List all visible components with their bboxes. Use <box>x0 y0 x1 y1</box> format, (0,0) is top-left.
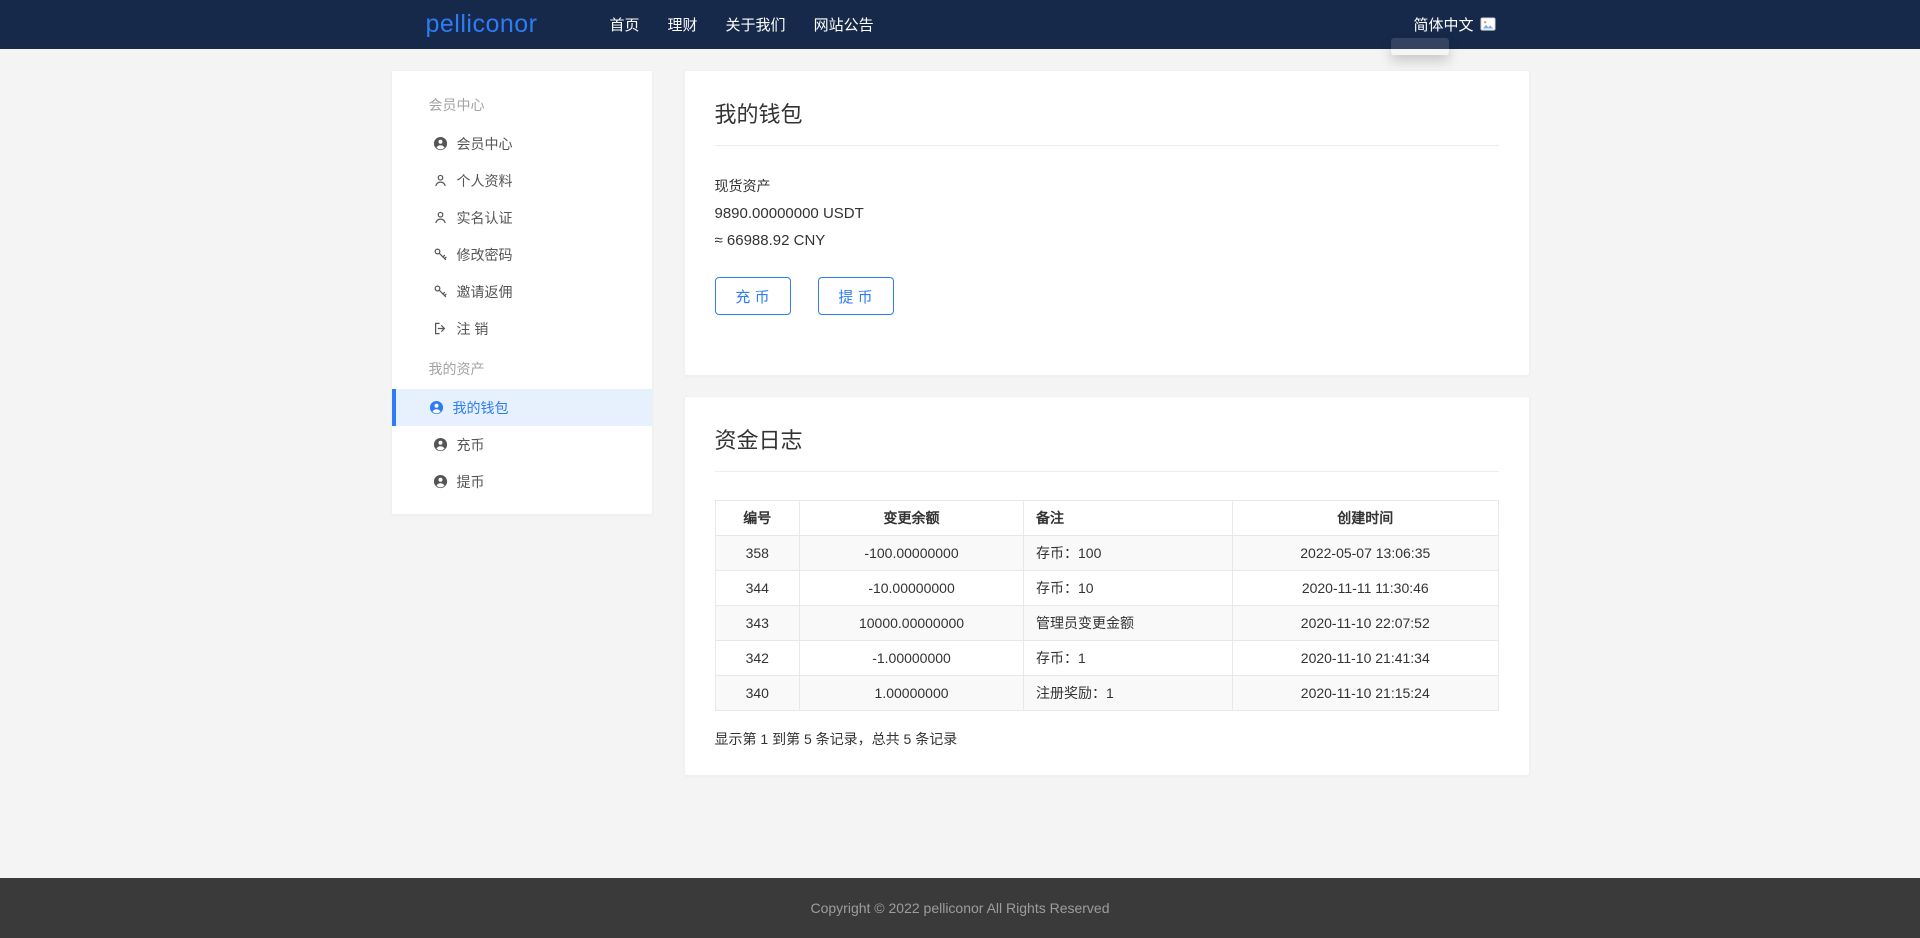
wallet-card-title: 我的钱包 <box>715 95 1499 145</box>
top-navbar: pelliconor 首页 理财 关于我们 网站公告 简体中文 <box>0 0 1920 49</box>
sidebar-item-kyc[interactable]: 实名认证 <box>392 199 652 236</box>
fund-log-table: 编号 变更余额 备注 创建时间 358 -100.00000000 存币：100… <box>715 500 1499 711</box>
sidebar-section-header-member: 会员中心 <box>392 83 652 125</box>
wallet-fiat-estimate: ≈ 66988.92 CNY <box>715 227 1499 254</box>
sidebar-item-label: 修改密码 <box>457 245 513 265</box>
spot-asset-label: 现货资产 <box>715 173 1499 200</box>
user-icon <box>433 210 448 225</box>
cell-amount: -10.00000000 <box>800 571 1024 606</box>
sidebar-item-logout[interactable]: 注 销 <box>392 310 652 347</box>
sidebar-item-referral[interactable]: 邀请返佣 <box>392 273 652 310</box>
column-header-time: 创建时间 <box>1233 501 1498 536</box>
cell-remark: 注册奖励：1 <box>1024 676 1233 711</box>
cell-id: 343 <box>715 606 800 641</box>
user-circle-icon <box>433 437 448 452</box>
language-flag-image-icon <box>1480 17 1496 32</box>
language-label: 简体中文 <box>1413 14 1473 35</box>
sidebar-item-deposit[interactable]: 充币 <box>392 426 652 463</box>
cell-id: 358 <box>715 536 800 571</box>
sidebar-item-label: 个人资料 <box>457 171 513 191</box>
sidebar-item-profile[interactable]: 个人资料 <box>392 162 652 199</box>
table-row: 343 10000.00000000 管理员变更金额 2020-11-10 22… <box>715 606 1498 641</box>
key-icon <box>433 247 448 262</box>
language-dropdown-stub <box>1391 38 1449 55</box>
divider <box>715 471 1499 472</box>
sidebar-section-header-assets: 我的资产 <box>392 347 652 389</box>
cell-amount: -1.00000000 <box>800 641 1024 676</box>
sidebar-item-label: 提币 <box>457 472 485 492</box>
sidebar-item-label: 会员中心 <box>457 134 513 154</box>
sidebar-item-label: 实名认证 <box>457 208 513 228</box>
cell-time: 2020-11-11 11:30:46 <box>1233 571 1498 606</box>
account-sidebar: 会员中心 会员中心 个人资料 实名认证 <box>391 70 653 515</box>
withdraw-button[interactable]: 提 币 <box>818 277 894 315</box>
deposit-button[interactable]: 充 币 <box>715 277 791 315</box>
fund-log-card: 资金日志 编号 变更余额 备注 创建时间 358 <box>684 396 1530 776</box>
sidebar-item-label: 我的钱包 <box>453 398 509 418</box>
sidebar-item-change-password[interactable]: 修改密码 <box>392 236 652 273</box>
cell-remark: 管理员变更金额 <box>1024 606 1233 641</box>
cell-amount: -100.00000000 <box>800 536 1024 571</box>
column-header-amount: 变更余额 <box>800 501 1024 536</box>
cell-id: 340 <box>715 676 800 711</box>
nav-link-finance[interactable]: 理财 <box>668 17 698 34</box>
wallet-balance: 9890.00000000 USDT <box>715 200 1499 227</box>
sidebar-item-label: 注 销 <box>457 319 489 339</box>
table-row: 342 -1.00000000 存币：1 2020-11-10 21:41:34 <box>715 641 1498 676</box>
cell-remark: 存币：100 <box>1024 536 1233 571</box>
key-icon <box>433 284 448 299</box>
column-header-id: 编号 <box>715 501 800 536</box>
sidebar-item-label: 充币 <box>457 435 485 455</box>
copyright-text: Copyright © 2022 pelliconor All Rights R… <box>810 900 1109 916</box>
user-circle-icon <box>433 474 448 489</box>
main-column: 我的钱包 现货资产 9890.00000000 USDT ≈ 66988.92 … <box>684 70 1530 776</box>
table-row: 344 -10.00000000 存币：10 2020-11-11 11:30:… <box>715 571 1498 606</box>
brand-logo[interactable]: pelliconor <box>426 10 538 39</box>
main-nav: 首页 理财 关于我们 网站公告 <box>610 14 874 35</box>
sidebar-item-withdraw[interactable]: 提币 <box>392 463 652 500</box>
table-row: 340 1.00000000 注册奖励：1 2020-11-10 21:15:2… <box>715 676 1498 711</box>
user-icon <box>433 173 448 188</box>
fund-log-title: 资金日志 <box>715 421 1499 471</box>
cell-time: 2020-11-10 21:41:34 <box>1233 641 1498 676</box>
cell-amount: 10000.00000000 <box>800 606 1024 641</box>
page-footer: Copyright © 2022 pelliconor All Rights R… <box>0 878 1920 938</box>
cell-amount: 1.00000000 <box>800 676 1024 711</box>
column-header-remark: 备注 <box>1024 501 1233 536</box>
user-circle-icon <box>433 136 448 151</box>
table-header-row: 编号 变更余额 备注 创建时间 <box>715 501 1498 536</box>
cell-id: 342 <box>715 641 800 676</box>
wallet-card: 我的钱包 现货资产 9890.00000000 USDT ≈ 66988.92 … <box>684 70 1530 376</box>
logout-icon <box>433 321 448 336</box>
nav-link-announcements[interactable]: 网站公告 <box>814 17 874 34</box>
cell-time: 2022-05-07 13:06:35 <box>1233 536 1498 571</box>
pagination-summary: 显示第 1 到第 5 条记录，总共 5 条记录 <box>715 729 1499 749</box>
cell-remark: 存币：1 <box>1024 641 1233 676</box>
nav-link-home[interactable]: 首页 <box>610 17 640 34</box>
cell-id: 344 <box>715 571 800 606</box>
divider <box>715 145 1499 146</box>
nav-link-about[interactable]: 关于我们 <box>726 17 786 34</box>
table-row: 358 -100.00000000 存币：100 2022-05-07 13:0… <box>715 536 1498 571</box>
cell-time: 2020-11-10 22:07:52 <box>1233 606 1498 641</box>
sidebar-item-my-wallet[interactable]: 我的钱包 <box>392 389 652 426</box>
cell-remark: 存币：10 <box>1024 571 1233 606</box>
sidebar-item-member-center[interactable]: 会员中心 <box>392 125 652 162</box>
sidebar-item-label: 邀请返佣 <box>457 282 513 302</box>
page-content: 会员中心 会员中心 个人资料 实名认证 <box>0 49 1920 878</box>
cell-time: 2020-11-10 21:15:24 <box>1233 676 1498 711</box>
user-circle-icon <box>429 400 444 415</box>
